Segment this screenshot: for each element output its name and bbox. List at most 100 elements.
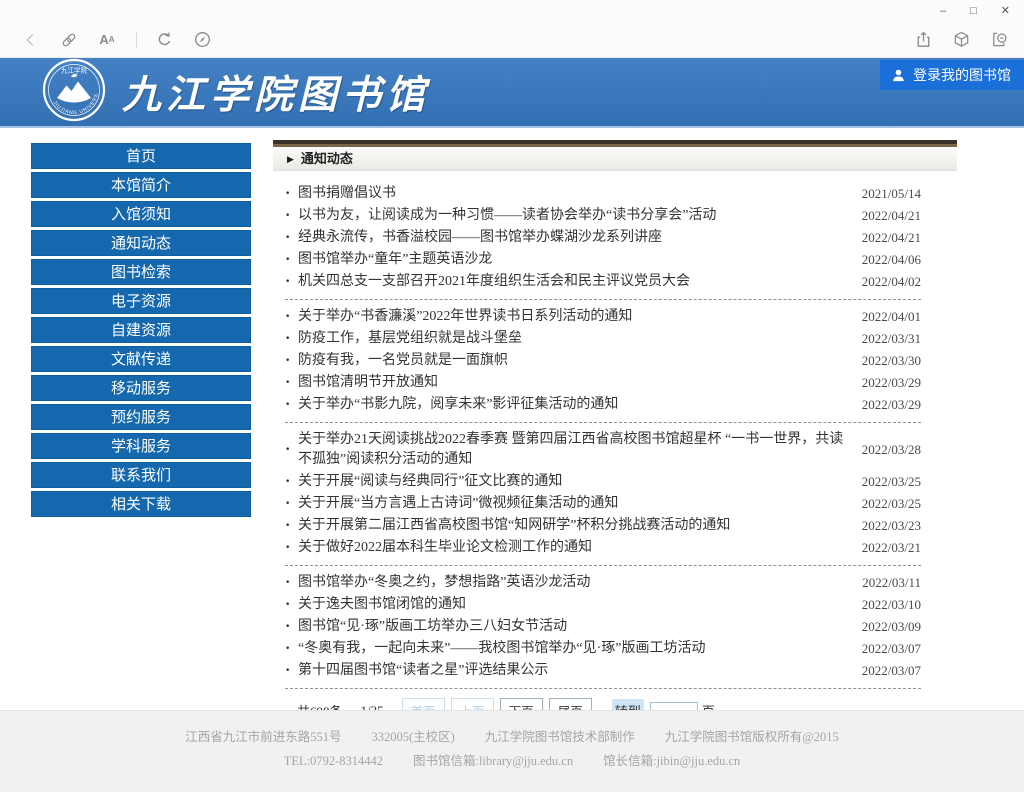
bullet-icon: · — [285, 617, 298, 637]
app-window-icon[interactable] — [988, 29, 1010, 51]
sidebar-item-5[interactable]: 图书检索 — [31, 259, 251, 285]
sidebar-item-10[interactable]: 预约服务 — [31, 404, 251, 430]
font-size-small-glyph: A — [109, 35, 115, 44]
sidebar-item-12[interactable]: 联系我们 — [31, 462, 251, 488]
notice-link[interactable]: 关于开展“当方言遇上古诗词”微视频征集活动的通知 — [298, 494, 847, 514]
notice-date: 2022/04/21 — [847, 228, 921, 248]
notice-date: 2022/03/10 — [847, 595, 921, 615]
bullet-icon: · — [285, 440, 298, 460]
notice-list: ·图书捐赠倡议书2021/05/14·以书为友，让阅读成为一种习惯——读者协会举… — [285, 183, 921, 689]
window-titlebar: – □ ✕ — [0, 0, 1024, 22]
notice-link[interactable]: 图书馆清明节开放通知 — [298, 373, 847, 393]
link-icon[interactable] — [58, 29, 80, 51]
site-header: JIUJIANG UNIVERSITY 九江学院 九江学院图书馆 登录我的图书馆 — [0, 58, 1024, 128]
notice-link[interactable]: 图书馆“见·琢”版画工坊举办三八妇女节活动 — [298, 617, 847, 637]
notice-link[interactable]: 关于做好2022届本科生毕业论文检测工作的通知 — [298, 538, 847, 558]
section-arrow-icon: ▶ — [287, 147, 294, 171]
section-header: ▶ 通知动态 — [273, 144, 957, 171]
notice-link[interactable]: 关于举办21天阅读挑战2022春季赛 暨第四届江西省高校图书馆超星杯 “一书一世… — [298, 430, 847, 470]
sidebar-nav: 首页本馆简介入馆须知通知动态图书检索电子资源自建资源文献传递移动服务预约服务学科… — [31, 143, 251, 520]
footer-text: TEL:0792-8314442 — [284, 754, 383, 768]
notice-row: ·第十四届图书馆“读者之星”评选结果公示2022/03/07 — [285, 660, 921, 682]
notice-date: 2021/05/14 — [847, 184, 921, 204]
bullet-icon: · — [285, 329, 298, 349]
sidebar-item-13[interactable]: 相关下载 — [31, 491, 251, 517]
footer-text: 江西省九江市前进东路551号 — [185, 730, 341, 744]
close-button[interactable]: ✕ — [1001, 6, 1010, 17]
minimize-button[interactable]: – — [940, 6, 946, 17]
notice-row: ·关于开展第二届江西省高校图书馆“知网研学”杯积分挑战赛活动的通知2022/03… — [285, 515, 921, 537]
login-label: 登录我的图书馆 — [913, 65, 1011, 85]
notice-row: ·关于开展“当方言遇上古诗词”微视频征集活动的通知2022/03/25 — [285, 493, 921, 515]
bullet-icon: · — [285, 538, 298, 558]
sidebar-item-9[interactable]: 移动服务 — [31, 375, 251, 401]
notice-link[interactable]: 第十四届图书馆“读者之星”评选结果公示 — [298, 661, 847, 681]
bullet-icon: · — [285, 184, 298, 204]
maximize-button[interactable]: □ — [970, 6, 977, 17]
font-size-icon[interactable]: AA — [96, 29, 118, 51]
notice-row: ·关于举办21天阅读挑战2022春季赛 暨第四届江西省高校图书馆超星杯 “一书一… — [285, 429, 921, 471]
notice-date: 2022/04/06 — [847, 250, 921, 270]
bullet-icon: · — [285, 272, 298, 292]
notice-row: ·关于举办“书影九院，阅享未来”影评征集活动的通知2022/03/29 — [285, 394, 921, 416]
section-title: 通知动态 — [301, 147, 353, 171]
notice-row: ·机关四总支一支部召开2021年度组织生活会和民主评议党员大会2022/04/0… — [285, 271, 921, 293]
sidebar-item-3[interactable]: 入馆须知 — [31, 201, 251, 227]
main-content: ▶ 通知动态 ·图书捐赠倡议书2021/05/14·以书为友，让阅读成为一种习惯… — [273, 144, 957, 723]
notice-date: 2022/03/23 — [847, 516, 921, 536]
notice-row: ·图书馆举办“童年”主题英语沙龙2022/04/06 — [285, 249, 921, 271]
notice-date: 2022/03/29 — [847, 373, 921, 393]
notice-link[interactable]: 图书馆举办“冬奥之约，梦想指路”英语沙龙活动 — [298, 573, 847, 593]
notice-link[interactable]: 机关四总支一支部召开2021年度组织生活会和民主评议党员大会 — [298, 272, 847, 292]
notice-link[interactable]: 关于逸夫图书馆闭馆的通知 — [298, 595, 847, 615]
notice-link[interactable]: 关于举办“书香濂溪”2022年世界读书日系列活动的通知 — [298, 307, 847, 327]
notice-link[interactable]: 关于开展“阅读与经典同行”征文比赛的通知 — [298, 472, 847, 492]
notice-link[interactable]: 图书捐赠倡议书 — [298, 184, 847, 204]
notice-link[interactable]: 防疫工作，基层党组织就是战斗堡垒 — [298, 329, 847, 349]
notice-row: ·图书馆举办“冬奥之约，梦想指路”英语沙龙活动2022/03/11 — [285, 572, 921, 594]
sidebar-item-7[interactable]: 自建资源 — [31, 317, 251, 343]
group-divider — [285, 422, 921, 423]
bullet-icon: · — [285, 573, 298, 593]
notice-date: 2022/03/09 — [847, 617, 921, 637]
sidebar-item-8[interactable]: 文献传递 — [31, 346, 251, 372]
notice-link[interactable]: 防疫有我，一名党员就是一面旗帜 — [298, 351, 847, 371]
cube-icon[interactable] — [950, 29, 972, 51]
bullet-icon: · — [285, 228, 298, 248]
notice-date: 2022/03/29 — [847, 395, 921, 415]
notice-row: ·关于开展“阅读与经典同行”征文比赛的通知2022/03/25 — [285, 471, 921, 493]
group-divider — [285, 565, 921, 566]
notice-row: ·图书捐赠倡议书2021/05/14 — [285, 183, 921, 205]
notice-link[interactable]: 经典永流传，书香溢校园——图书馆举办蝶湖沙龙系列讲座 — [298, 228, 847, 248]
notice-link[interactable]: 关于开展第二届江西省高校图书馆“知网研学”杯积分挑战赛活动的通知 — [298, 516, 847, 536]
bullet-icon: · — [285, 307, 298, 327]
login-button[interactable]: 登录我的图书馆 — [880, 60, 1024, 90]
notice-row: ·防疫工作，基层党组织就是战斗堡垒2022/03/31 — [285, 328, 921, 350]
site-title: 九江学院图书馆 — [122, 64, 430, 120]
share-icon[interactable] — [912, 29, 934, 51]
notice-row: ·关于举办“书香濂溪”2022年世界读书日系列活动的通知2022/04/01 — [285, 306, 921, 328]
notice-date: 2022/04/21 — [847, 206, 921, 226]
sidebar-item-2[interactable]: 本馆简介 — [31, 172, 251, 198]
bullet-icon: · — [285, 373, 298, 393]
group-divider — [285, 299, 921, 300]
bullet-icon: · — [285, 494, 298, 514]
notice-date: 2022/03/28 — [847, 440, 921, 460]
sidebar-item-4[interactable]: 通知动态 — [31, 230, 251, 256]
notice-link[interactable]: “冬奥有我，一起向未来”——我校图书馆举办“见·琢”版画工坊活动 — [298, 639, 847, 659]
sidebar-item-6[interactable]: 电子资源 — [31, 288, 251, 314]
toolbar-divider — [136, 32, 137, 48]
bullet-icon: · — [285, 472, 298, 492]
notice-link[interactable]: 图书馆举办“童年”主题英语沙龙 — [298, 250, 847, 270]
notice-link[interactable]: 以书为友，让阅读成为一种习惯——读者协会举办“读书分享会”活动 — [298, 206, 847, 226]
sidebar-item-11[interactable]: 学科服务 — [31, 433, 251, 459]
notice-row: ·图书馆“见·琢”版画工坊举办三八妇女节活动2022/03/09 — [285, 616, 921, 638]
notice-row: ·以书为友，让阅读成为一种习惯——读者协会举办“读书分享会”活动2022/04/… — [285, 205, 921, 227]
refresh-icon[interactable] — [153, 29, 175, 51]
notice-row: ·关于做好2022届本科生毕业论文检测工作的通知2022/03/21 — [285, 537, 921, 559]
notice-link[interactable]: 关于举办“书影九院，阅享未来”影评征集活动的通知 — [298, 395, 847, 415]
sidebar-item-1[interactable]: 首页 — [31, 143, 251, 169]
compass-icon[interactable] — [191, 29, 213, 51]
notice-date: 2022/04/02 — [847, 272, 921, 292]
back-icon[interactable] — [20, 29, 42, 51]
